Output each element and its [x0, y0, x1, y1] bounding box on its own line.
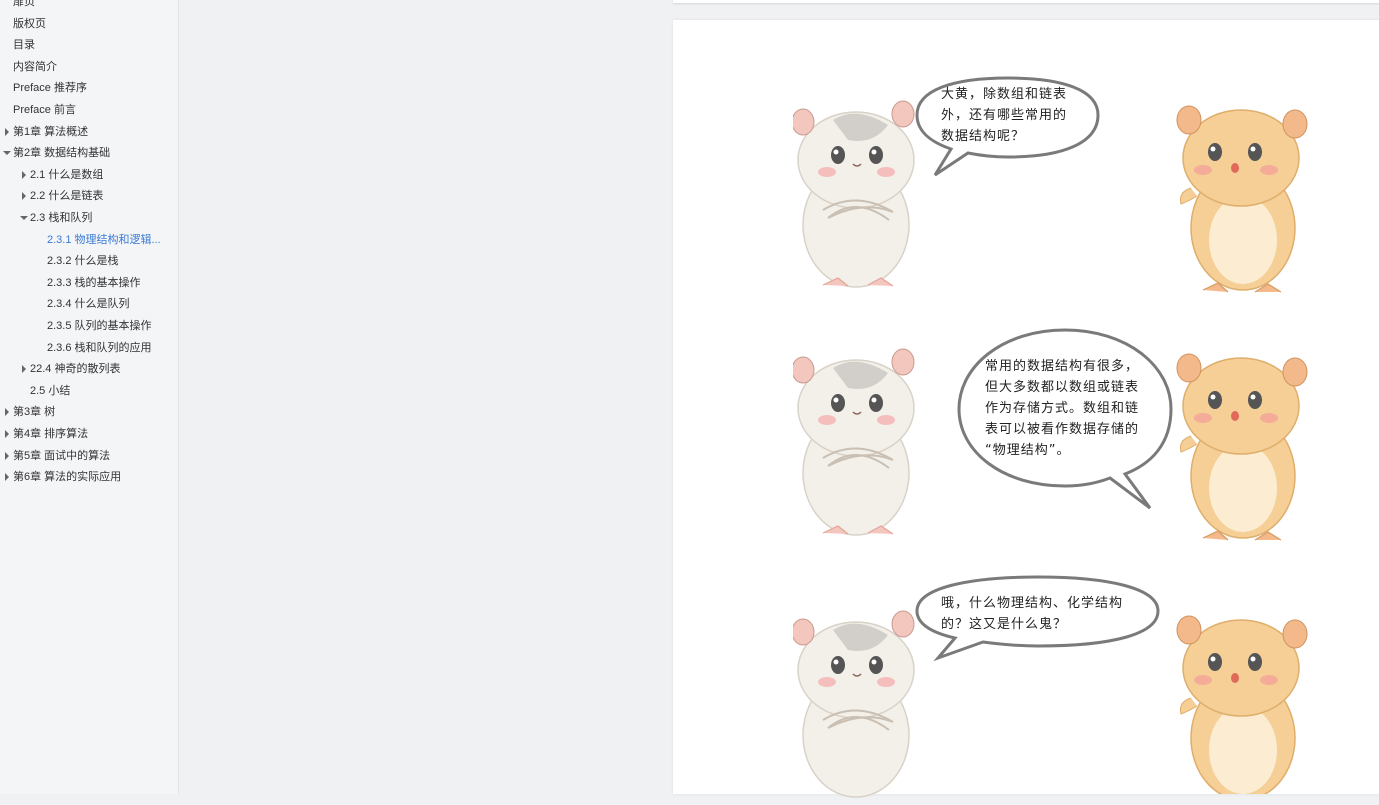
toc-item-label: 2.5 小结 [30, 384, 71, 397]
toc-item[interactable]: Preface 推荐序 [13, 78, 87, 98]
chevron-right-icon[interactable] [5, 430, 9, 438]
chevron-down-icon[interactable] [20, 216, 28, 220]
gray-hamster-icon [793, 100, 915, 288]
toc-item-label: 第2章 数据结构基础 [13, 147, 111, 160]
speech-line: 表可以被看作数据存储的 [985, 422, 1140, 437]
toc-item[interactable]: Preface 前言 [13, 100, 76, 120]
toc-item[interactable]: 2.5 小结 [30, 381, 70, 401]
speech-line: 数据结构呢？ [941, 129, 1026, 144]
speech-line: 大黄，除数组和链表 [941, 87, 1068, 102]
chevron-right-icon[interactable] [5, 473, 9, 482]
toc-item[interactable]: 第1章 算法概述 [5, 122, 89, 142]
toc-item-label: 2.3.6 栈和队列的应用 [47, 341, 152, 354]
speech-line: 哦，什么物理结构、化学结构 [941, 596, 1124, 611]
book-page: 大黄，除数组和链表 外，还有哪些常用的 数据结构呢？ 常用的数据结构有很多， 但… [673, 20, 1379, 798]
toc-item-label: 2.3.2 什么是栈 [47, 255, 119, 268]
speech-bubble-text-3: 哦，什么物理结构、化学结构 的？这又是什么鬼？ [941, 593, 1123, 635]
toc-item[interactable]: 2.3.5 队列的基本操作 [47, 316, 152, 336]
toc-item[interactable]: 2.1 什么是数组 [22, 165, 104, 185]
toc-item-label: 版权页 [13, 17, 46, 30]
speech-line: 的？这又是什么鬼？ [941, 617, 1068, 632]
chevron-right-icon[interactable] [5, 408, 9, 417]
toc-item-label: 目录 [13, 39, 35, 52]
toc-item[interactable]: 第3章 树 [5, 402, 56, 422]
toc-item[interactable]: 扉页 [13, 0, 35, 12]
speech-bubble-text-2: 常用的数据结构有很多， 但大多数都以数组或链表 作为存储方式。数组和链 表可以被… [985, 356, 1139, 461]
speech-line: “物理结构”。 [985, 443, 1071, 458]
toc-item-label: 扉页 [13, 0, 35, 8]
speech-line: 常用的数据结构有很多， [985, 359, 1140, 374]
toc-item[interactable]: 2.3 栈和队列 [20, 208, 93, 228]
toc-item[interactable]: 2.3.6 栈和队列的应用 [47, 338, 152, 358]
toc-item-label: Preface 前言 [13, 104, 76, 116]
toc-item[interactable]: 2.3.2 什么是栈 [47, 251, 119, 271]
toc-item[interactable]: 2.3.4 什么是队列 [47, 294, 130, 314]
orange-hamster-icon [1176, 615, 1308, 794]
speech-line: 但大多数都以数组或链表 [985, 380, 1140, 395]
toc-item-label: 2.1 什么是数组 [30, 168, 104, 181]
speech-line: 外，还有哪些常用的 [941, 108, 1068, 123]
toc-item[interactable]: 第4章 排序算法 [5, 424, 89, 444]
toc-item[interactable]: 22.4 神奇的散列表 [22, 359, 121, 379]
chevron-right-icon[interactable] [5, 127, 9, 136]
toc-item-label: 2.3.1 物理结构和逻辑... [47, 233, 161, 246]
toc-item-label: 第3章 树 [13, 406, 56, 419]
orange-hamster-icon [1176, 353, 1308, 541]
toc-sidebar: 扉页版权页目录内容简介 Preface 推荐序 Preface 前言第1章 算法概述… [0, 0, 179, 794]
toc-item[interactable]: 第5章 面试中的算法 [5, 446, 111, 466]
gray-hamster-icon [793, 610, 915, 798]
toc-item[interactable]: 第6章 算法的实际应用 [5, 467, 122, 487]
speech-bubble-text-1: 大黄，除数组和链表 外，还有哪些常用的 数据结构呢？ [941, 84, 1067, 147]
toc-item[interactable]: 2.2 什么是链表 [22, 186, 104, 206]
toc-item-label: 2.2 什么是链表 [30, 190, 104, 203]
toc-item-label: 2.3 栈和队列 [30, 212, 93, 224]
toc-item[interactable]: 目录 [13, 35, 35, 55]
previous-page-edge [673, 0, 1379, 3]
toc-item-label: 内容简介 [13, 60, 57, 73]
toc-item-label: 2.3.5 队列的基本操作 [47, 320, 152, 332]
chevron-right-icon[interactable] [22, 365, 26, 374]
chevron-right-icon[interactable] [5, 451, 9, 460]
orange-hamster-icon [1176, 105, 1308, 293]
toc-item[interactable]: 版权页 [13, 14, 46, 34]
toc-item-label: 2.3.4 什么是队列 [47, 298, 130, 311]
toc-item[interactable]: 2.3.1 物理结构和逻辑... [47, 230, 161, 250]
toc-item-label: 第6章 算法的实际应用 [13, 471, 122, 484]
toc-item-label: 第5章 面试中的算法 [13, 449, 111, 462]
chevron-right-icon[interactable] [22, 170, 26, 179]
toc-item-label: 第4章 排序算法 [13, 428, 89, 440]
toc-item-label: Preface 推荐序 [13, 82, 87, 95]
toc-item-label: 2.3.3 栈的基本操作 [47, 276, 141, 289]
gray-hamster-icon [793, 348, 915, 536]
toc-item-label: 22.4 神奇的散列表 [30, 363, 121, 376]
toc-item[interactable]: 内容简介 [13, 57, 57, 77]
speech-line: 作为存储方式。数组和链 [985, 401, 1140, 416]
chevron-right-icon[interactable] [22, 192, 26, 201]
toc-item[interactable]: 2.3.3 栈的基本操作 [47, 273, 141, 293]
chevron-down-icon[interactable] [3, 151, 11, 156]
toc-item[interactable]: 第2章 数据结构基础 [3, 143, 111, 163]
toc-item-label: 第1章 算法概述 [13, 125, 89, 138]
